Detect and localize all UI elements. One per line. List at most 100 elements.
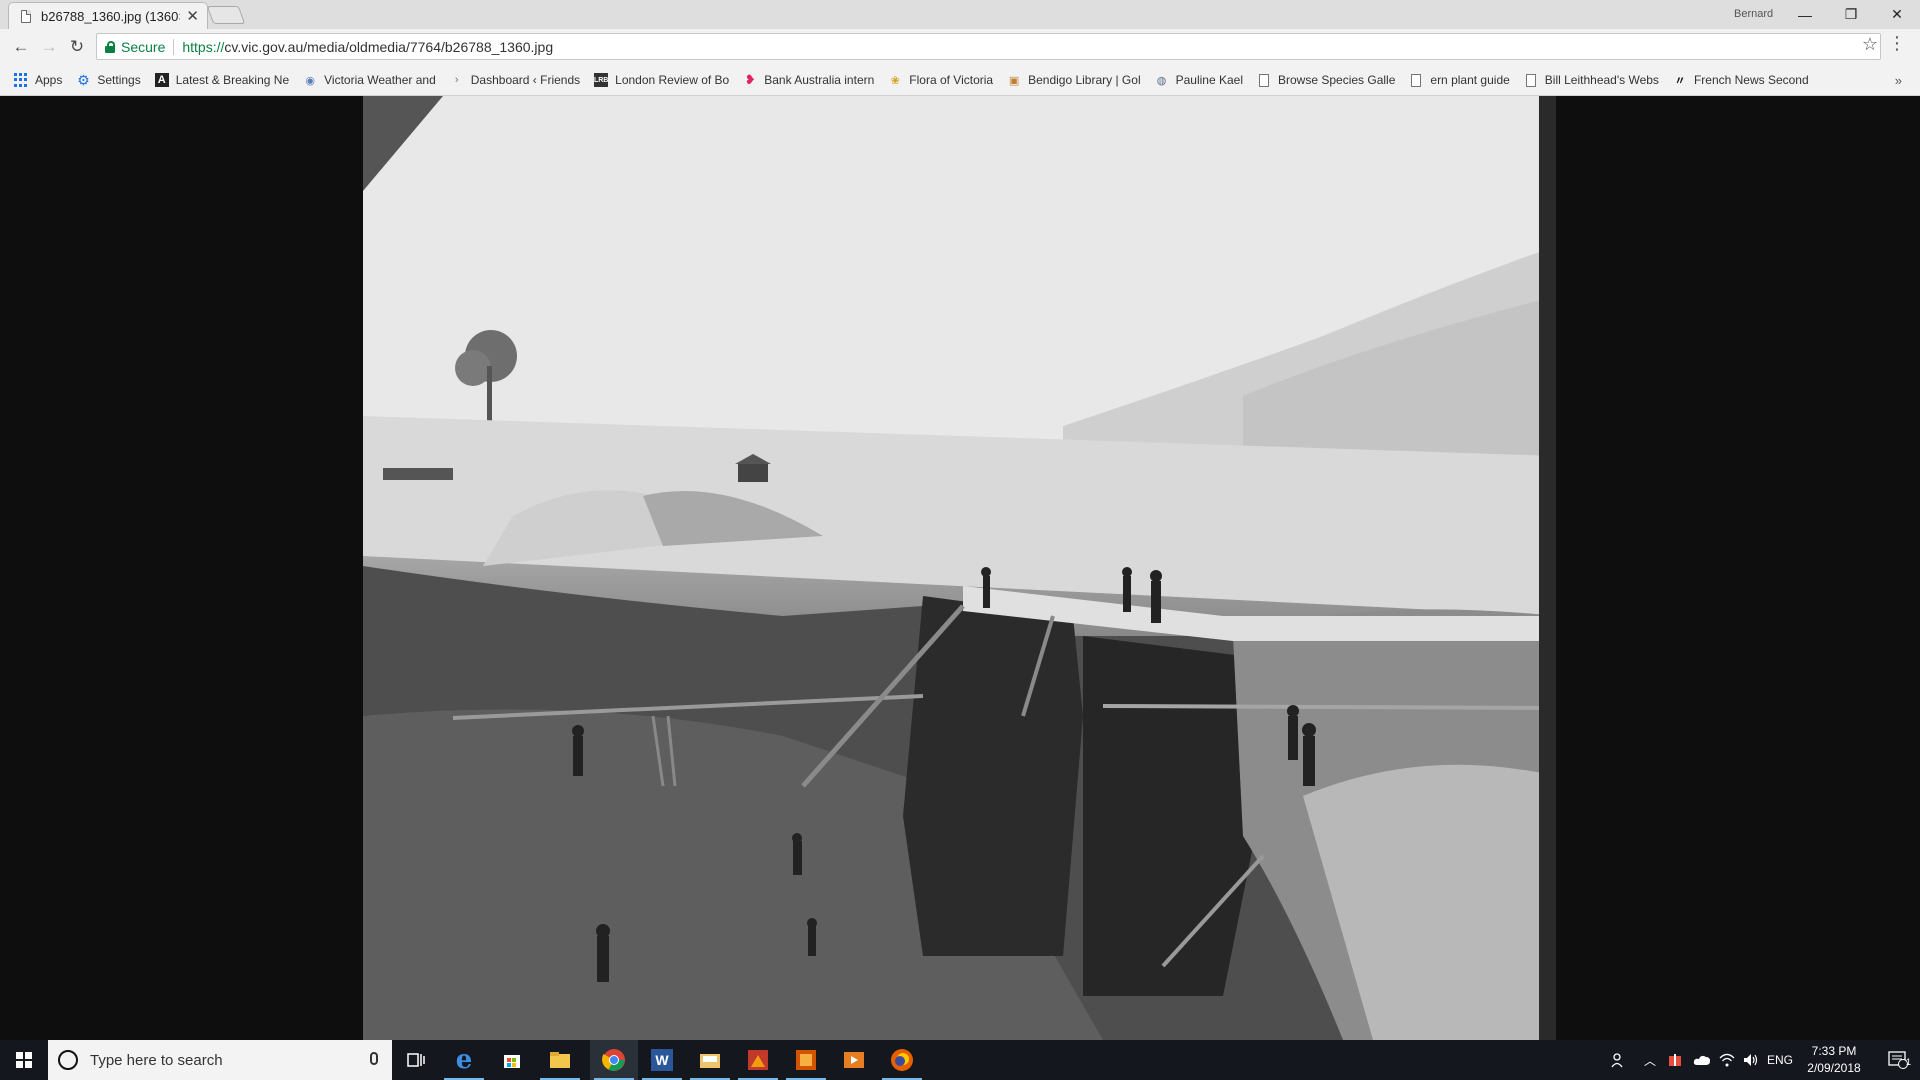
bookmark-bill-leithhead[interactable]: Bill Leithhead's Webs xyxy=(1524,73,1659,87)
taskbar-search[interactable]: Type here to search xyxy=(48,1040,392,1080)
folder-icon[interactable] xyxy=(686,1040,734,1080)
bookmark-browse-species[interactable]: Browse Species Galle xyxy=(1257,73,1395,87)
bookmark-label: French News Second xyxy=(1693,73,1809,87)
bookmark-label: ern plant guide xyxy=(1430,73,1510,87)
store-icon[interactable] xyxy=(488,1040,536,1080)
bookmark-dashboard[interactable]: › Dashboard ‹ Friends xyxy=(450,73,580,87)
browser-toolbar: ← → ↻ Secure https://cv.vic.gov.au/media… xyxy=(0,29,1920,65)
start-button[interactable] xyxy=(0,1040,48,1080)
dashboard-icon: › xyxy=(454,74,459,86)
reload-button[interactable]: ↻ xyxy=(65,35,89,59)
office-icon[interactable] xyxy=(782,1040,830,1080)
bookmark-label: London Review of Bo xyxy=(615,73,730,87)
clock-date: 2/09/2018 xyxy=(1807,1061,1861,1075)
bank-icon: ❥ xyxy=(744,72,756,87)
bookmark-bendigo-library[interactable]: ▣ Bendigo Library | Gol xyxy=(1007,73,1141,87)
address-bar[interactable]: Secure https://cv.vic.gov.au/media/oldme… xyxy=(96,33,1881,60)
page-icon xyxy=(1524,73,1538,87)
minimize-button[interactable]: — xyxy=(1782,0,1828,29)
page-viewport[interactable] xyxy=(0,96,1920,1040)
image-editor-icon[interactable] xyxy=(734,1040,782,1080)
page-icon xyxy=(21,9,31,23)
back-button[interactable]: ← xyxy=(9,35,33,59)
action-center-icon[interactable]: 1 xyxy=(1876,1040,1920,1080)
bookmark-latest-news[interactable]: A Latest & Breaking Ne xyxy=(154,73,289,87)
bookmark-settings[interactable]: ⚙ Settings xyxy=(76,71,141,88)
task-view-icon[interactable] xyxy=(392,1040,440,1080)
bookmark-apps[interactable]: Apps xyxy=(14,73,62,87)
volume-icon[interactable] xyxy=(1740,1040,1762,1080)
apps-icon xyxy=(14,73,28,87)
language-indicator[interactable]: ENG xyxy=(1764,1040,1796,1080)
clock-time: 7:33 PM xyxy=(1811,1044,1857,1058)
bookmarks-overflow-icon[interactable]: » xyxy=(1895,73,1902,88)
bookmark-label: Bill Leithhead's Webs xyxy=(1544,73,1659,87)
gear-icon: ⚙ xyxy=(77,71,90,88)
bookmark-label: Browse Species Galle xyxy=(1278,73,1396,87)
bookmark-victoria-weather[interactable]: ◉ Victoria Weather and xyxy=(303,73,436,87)
system-clock[interactable]: 7:33 PM 2/09/2018 xyxy=(1800,1043,1868,1077)
taskbar: Type here to search e W ︿ ENG 7:33 PM 2/… xyxy=(0,1040,1920,1080)
photograph-goldfield[interactable] xyxy=(363,96,1556,1040)
menu-icon[interactable]: ⋮ xyxy=(1888,33,1906,54)
flower-icon: ❀ xyxy=(890,74,900,87)
url-scheme: https:// xyxy=(182,38,225,55)
show-hidden-icons-icon[interactable]: ︿ xyxy=(1640,1040,1660,1080)
media-player-icon[interactable] xyxy=(830,1040,878,1080)
tab-strip: b26788_1360.jpg (1360× ✕ Bernard — ❐ ✕ xyxy=(0,0,1920,29)
restore-button[interactable]: ❐ xyxy=(1828,0,1874,29)
bookmarks-bar: Apps ⚙ Settings A Latest & Breaking Ne ◉… xyxy=(0,65,1920,96)
bookmark-plant-guide[interactable]: ern plant guide xyxy=(1409,73,1510,87)
people-icon[interactable] xyxy=(1604,1040,1632,1080)
bookmark-label: Bendigo Library | Gol xyxy=(1028,73,1141,87)
close-window-button[interactable]: ✕ xyxy=(1874,0,1920,29)
tab-title: b26788_1360.jpg (1360× xyxy=(41,8,181,24)
library-icon: ▣ xyxy=(1008,74,1020,87)
tray-app-icon[interactable] xyxy=(1664,1040,1686,1080)
bookmark-flora[interactable]: ❀ Flora of Victoria xyxy=(888,73,993,87)
bookmark-label: Flora of Victoria xyxy=(909,73,994,87)
forward-button[interactable]: → xyxy=(37,35,61,59)
bookmark-lrb[interactable]: LRB London Review of Bo xyxy=(594,73,729,87)
file-explorer-icon[interactable] xyxy=(536,1040,584,1080)
chrome-icon[interactable] xyxy=(590,1040,638,1080)
bookmark-bank-australia[interactable]: ❥ Bank Australia intern xyxy=(743,72,875,87)
secure-label[interactable]: Secure xyxy=(121,39,165,55)
bookmark-label: Settings xyxy=(97,73,141,87)
page-icon xyxy=(1409,73,1423,87)
profile-name[interactable]: Bernard xyxy=(1734,8,1773,20)
bookmark-label: Pauline Kael xyxy=(1175,73,1243,87)
word-icon[interactable]: W xyxy=(638,1040,686,1080)
bookmark-star-icon[interactable]: ☆ xyxy=(1862,34,1878,55)
edge-icon[interactable]: e xyxy=(440,1040,488,1080)
weather-icon: ◉ xyxy=(305,74,315,87)
new-tab-button[interactable] xyxy=(206,6,246,24)
globe-icon: ◍ xyxy=(1156,74,1167,87)
windows-icon xyxy=(16,1052,32,1068)
lock-icon[interactable] xyxy=(105,40,115,53)
search-placeholder: Type here to search xyxy=(90,1051,223,1069)
news-icon: A xyxy=(154,73,169,87)
url-path: cv.vic.gov.au/media/oldmedia/7764/b26788… xyxy=(224,38,554,55)
tab-close-icon[interactable]: ✕ xyxy=(186,9,199,24)
svg-text:W: W xyxy=(655,1052,669,1068)
onedrive-icon[interactable] xyxy=(1690,1040,1714,1080)
tab-active[interactable]: b26788_1360.jpg (1360× ✕ xyxy=(8,2,208,29)
bookmark-label: Bank Australia intern xyxy=(764,73,875,87)
notifications-count: 1 xyxy=(1905,1057,1911,1067)
bookmark-label: Victoria Weather and xyxy=(324,73,436,87)
microphone-icon[interactable] xyxy=(370,1052,378,1065)
bookmark-pauline-kael[interactable]: ◍ Pauline Kael xyxy=(1155,73,1243,87)
photo-illustration xyxy=(363,96,1556,1040)
url-text[interactable]: https://cv.vic.gov.au/media/oldmedia/776… xyxy=(182,39,553,55)
firefox-icon[interactable] xyxy=(878,1040,926,1080)
divider xyxy=(173,38,175,55)
news-icon: 〃 xyxy=(1674,75,1686,87)
page-icon xyxy=(1257,73,1271,87)
bookmark-label: Dashboard ‹ Friends xyxy=(470,73,581,87)
lrb-icon: LRB xyxy=(594,73,608,87)
cortana-icon xyxy=(58,1050,78,1070)
bookmark-french-news[interactable]: 〃 French News Second xyxy=(1673,73,1809,87)
bookmark-label: Apps xyxy=(35,73,63,87)
wifi-icon[interactable] xyxy=(1716,1040,1738,1080)
